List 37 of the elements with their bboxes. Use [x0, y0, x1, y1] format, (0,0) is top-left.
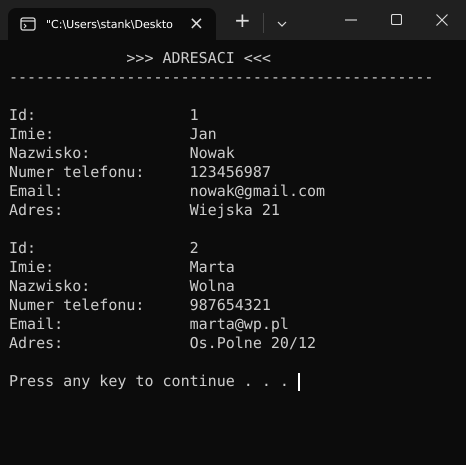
- field-value: 123456987: [190, 163, 271, 182]
- field-label: Imie:: [9, 125, 56, 144]
- field-value: 2: [190, 239, 199, 258]
- field-value: 987654321: [190, 296, 271, 315]
- console-prompt: Press any key to continue . . .: [9, 372, 289, 391]
- field-value: Marta: [190, 258, 235, 277]
- field-value: Os.Polne 20/12: [190, 334, 316, 353]
- field-label: Email:: [9, 315, 64, 334]
- field-label: Numer telefonu:: [9, 296, 146, 315]
- terminal-tab[interactable]: "C:\Users\stank\Deskto ×: [8, 8, 216, 40]
- terminal-icon: [20, 17, 36, 31]
- minimize-icon[interactable]: [345, 18, 357, 20]
- field-label: Nazwisko:: [9, 277, 92, 296]
- field-label: Numer telefonu:: [9, 163, 146, 182]
- field-value: Wolna: [190, 277, 235, 296]
- dropdown-icon[interactable]: [276, 21, 287, 27]
- maximize-icon[interactable]: [391, 14, 402, 25]
- field-label: Id:: [9, 239, 38, 258]
- field-value: 1: [190, 106, 199, 125]
- new-tab-button[interactable]: +: [232, 10, 253, 30]
- field-value: Wiejska 21: [190, 201, 280, 220]
- close-icon[interactable]: [436, 14, 448, 26]
- close-tab-button[interactable]: ×: [186, 15, 206, 33]
- text-cursor: [298, 372, 300, 390]
- field-label: Email:: [9, 182, 64, 201]
- field-label: Id:: [9, 106, 38, 125]
- field-label: Adres:: [9, 201, 64, 220]
- field-value: nowak@gmail.com: [190, 182, 326, 201]
- field-value: Jan: [190, 125, 217, 144]
- field-label: Adres:: [9, 334, 64, 353]
- field-label: Nazwisko:: [9, 144, 92, 163]
- field-value: Nowak: [190, 144, 235, 163]
- field-value: marta@wp.pl: [190, 315, 289, 334]
- console-heading: >>> ADRESACI <<<: [125, 49, 272, 68]
- separator-line: -----------------------------------------------: [9, 68, 434, 87]
- tab-title: "C:\Users\stank\Deskto: [46, 18, 174, 30]
- field-label: Imie:: [9, 258, 56, 277]
